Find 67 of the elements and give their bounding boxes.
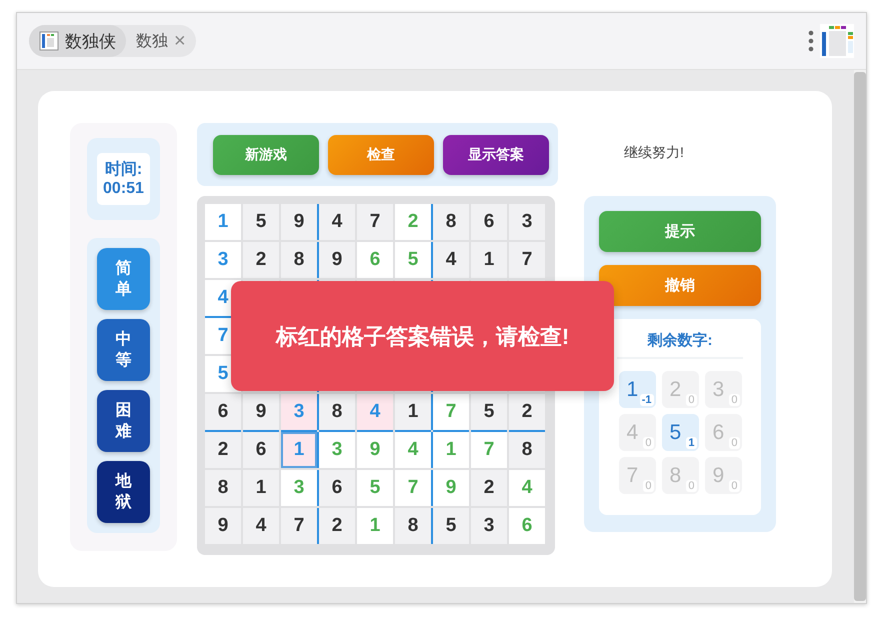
- sudoku-cell[interactable]: 3: [471, 508, 507, 544]
- difficulty-button[interactable]: 简单: [97, 248, 150, 310]
- sudoku-cell[interactable]: 8: [205, 470, 241, 506]
- count-badge: -1: [640, 394, 654, 406]
- sudoku-cell[interactable]: 5: [471, 394, 507, 430]
- timer-label: 时间:: [104, 160, 142, 179]
- sudoku-cell[interactable]: 5: [243, 204, 279, 240]
- sudoku-cell[interactable]: 4: [357, 394, 393, 430]
- sudoku-cell[interactable]: 9: [319, 242, 355, 278]
- count-badge: 0: [643, 480, 654, 492]
- app-icon: [39, 31, 59, 51]
- difficulty-button[interactable]: 困难: [97, 390, 150, 452]
- toolbar-button[interactable]: 新游戏: [213, 134, 319, 174]
- count-badge: 0: [686, 480, 696, 492]
- remaining-title: 剩余数字:: [617, 331, 743, 359]
- count-badge: 0: [686, 394, 696, 406]
- sudoku-cell[interactable]: 4: [433, 242, 469, 278]
- sudoku-cell[interactable]: 1: [471, 242, 507, 278]
- sudoku-cell[interactable]: 7: [281, 508, 317, 544]
- more-icon[interactable]: [808, 30, 814, 52]
- sudoku-cell[interactable]: 1: [205, 204, 241, 240]
- number-tile[interactable]: 5 1: [662, 414, 698, 451]
- app-tab[interactable]: 数独侠: [29, 25, 126, 57]
- sudoku-cell[interactable]: 9: [243, 394, 279, 430]
- sudoku-cell[interactable]: 2: [471, 470, 507, 506]
- count-badge: 1: [686, 437, 696, 449]
- sudoku-cell[interactable]: 7: [357, 204, 393, 240]
- sudoku-cell[interactable]: 8: [281, 242, 317, 278]
- sudoku-cell[interactable]: 1: [395, 394, 431, 430]
- action-button[interactable]: 提示: [599, 211, 761, 252]
- status-text: 继续努力!: [624, 144, 684, 162]
- sudoku-cell[interactable]: 6: [471, 204, 507, 240]
- sudoku-cell[interactable]: 1: [243, 470, 279, 506]
- sudoku-cell[interactable]: 8: [509, 432, 545, 468]
- sudoku-cell[interactable]: 4: [243, 508, 279, 544]
- count-badge: 0: [729, 437, 740, 449]
- sudoku-cell[interactable]: 7: [509, 242, 545, 278]
- sudoku-cell[interactable]: 5: [433, 508, 469, 544]
- count-badge: 0: [643, 437, 654, 449]
- close-icon[interactable]: ×: [174, 30, 186, 52]
- sudoku-cell[interactable]: 6: [243, 432, 279, 468]
- scrollbar[interactable]: [854, 72, 866, 601]
- count-badge: 0: [729, 480, 740, 492]
- sudoku-cell[interactable]: 2: [205, 432, 241, 468]
- sudoku-cell[interactable]: 6: [205, 394, 241, 430]
- sudoku-cell[interactable]: 8: [319, 394, 355, 430]
- sudoku-cell[interactable]: 4: [319, 204, 355, 240]
- sudoku-cell[interactable]: 3: [509, 204, 545, 240]
- error-toast: 标红的格子答案错误，请检查!: [231, 281, 614, 391]
- sudoku-cell[interactable]: 8: [433, 204, 469, 240]
- sudoku-cell[interactable]: 2: [319, 508, 355, 544]
- count-badge: 0: [729, 394, 740, 406]
- timer-value: 00:51: [103, 179, 144, 198]
- sudoku-cell[interactable]: 2: [509, 394, 545, 430]
- sudoku-cell[interactable]: 3: [205, 242, 241, 278]
- thumbnail-drawing[interactable]: [820, 24, 854, 58]
- sudoku-cell[interactable]: 2: [243, 242, 279, 278]
- sudoku-cell[interactable]: 9: [281, 204, 317, 240]
- sudoku-cell[interactable]: 9: [205, 508, 241, 544]
- sudoku-cell[interactable]: 1: [281, 432, 317, 468]
- difficulty-button[interactable]: 中等: [97, 319, 150, 381]
- sudoku-cell[interactable]: 3: [281, 394, 317, 430]
- sudoku-cell[interactable]: 8: [395, 508, 431, 544]
- page-tab[interactable]: 数独 ×: [126, 25, 196, 57]
- difficulty-button[interactable]: 地狱: [97, 461, 150, 523]
- toolbar-button[interactable]: 显示答案: [443, 134, 549, 174]
- sudoku-cell[interactable]: 6: [319, 470, 355, 506]
